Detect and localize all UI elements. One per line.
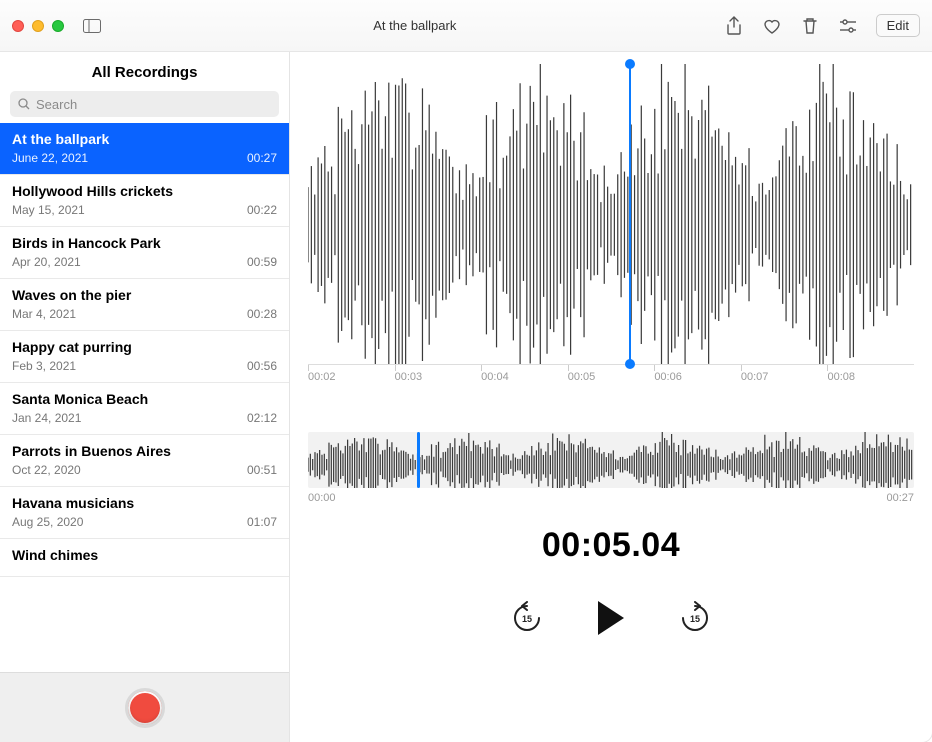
traffic-lights (12, 20, 64, 32)
skip-back-button[interactable]: 15 (510, 601, 544, 635)
recording-date: Feb 3, 2021 (12, 359, 76, 373)
sidebar-toggle-icon[interactable] (78, 15, 106, 37)
svg-text:15: 15 (690, 614, 700, 624)
ruler-tick: 00:06 (654, 371, 741, 392)
close-window[interactable] (12, 20, 24, 32)
minimize-window[interactable] (32, 20, 44, 32)
settings-sliders-icon[interactable] (838, 16, 858, 36)
recording-item[interactable]: Waves on the pier Mar 4, 2021 00:28 (0, 279, 289, 331)
detail-pane: 00:0200:0300:0400:0500:0600:0700:08 00:0… (290, 52, 932, 742)
search-placeholder: Search (36, 97, 77, 112)
zoom-window[interactable] (52, 20, 64, 32)
recording-title: Havana musicians (12, 495, 277, 511)
favorite-icon[interactable] (762, 16, 782, 36)
recording-date: Apr 20, 2021 (12, 255, 81, 269)
recording-date: June 22, 2021 (12, 151, 88, 165)
recordings-list: At the ballpark June 22, 2021 00:27 Hollywo… (0, 123, 289, 672)
overview-cursor[interactable] (417, 432, 420, 488)
recording-title: Hollywood Hills crickets (12, 183, 277, 199)
sidebar: All Recordings Search At the ballpark Jun… (0, 52, 290, 742)
window-title: At the ballpark (106, 18, 724, 33)
recording-date: Oct 22, 2020 (12, 463, 81, 477)
titlebar: At the ballpark Edit (0, 0, 932, 52)
ruler-tick: 00:04 (481, 371, 568, 392)
recording-duration: 00:59 (247, 255, 277, 269)
search-input[interactable]: Search (10, 91, 279, 117)
recording-duration: 00:22 (247, 203, 277, 217)
svg-text:15: 15 (522, 614, 532, 624)
recording-date: Jan 24, 2021 (12, 411, 81, 425)
ruler-tick: 00:05 (568, 371, 655, 392)
recording-date: Mar 4, 2021 (12, 307, 76, 321)
play-button[interactable] (594, 599, 628, 637)
waveform-overview[interactable] (308, 432, 914, 488)
ruler-tick: 00:03 (395, 371, 482, 392)
recording-title: Waves on the pier (12, 287, 277, 303)
recording-title: Birds in Hancock Park (12, 235, 277, 251)
playback-controls: 15 15 (308, 599, 914, 637)
delete-icon[interactable] (800, 16, 820, 36)
recording-duration: 00:51 (247, 463, 277, 477)
recording-date: May 15, 2021 (12, 203, 85, 217)
recording-duration: 01:07 (247, 515, 277, 529)
edit-button[interactable]: Edit (876, 14, 920, 37)
recording-item[interactable]: Wind chimes (0, 539, 289, 577)
recording-item[interactable]: Hollywood Hills crickets May 15, 2021 00:2… (0, 175, 289, 227)
recording-item[interactable]: Santa Monica Beach Jan 24, 2021 02:12 (0, 383, 289, 435)
waveform-zoomed[interactable] (308, 64, 914, 364)
skip-forward-button[interactable]: 15 (678, 601, 712, 635)
recording-item[interactable]: Havana musicians Aug 25, 2020 01:07 (0, 487, 289, 539)
sidebar-header: All Recordings (0, 52, 289, 91)
sidebar-footer (0, 672, 289, 742)
recording-duration: 00:27 (247, 151, 277, 165)
current-time: 00:05.04 (308, 526, 914, 565)
recording-duration: 00:56 (247, 359, 277, 373)
recording-title: Wind chimes (12, 547, 277, 563)
recording-item[interactable]: Parrots in Buenos Aires Oct 22, 2020 00:51 (0, 435, 289, 487)
ruler-tick: 00:07 (741, 371, 828, 392)
time-ruler: 00:0200:0300:0400:0500:0600:0700:08 (308, 364, 914, 392)
recording-title: Santa Monica Beach (12, 391, 277, 407)
ruler-tick: 00:02 (308, 371, 395, 392)
recording-item[interactable]: Happy cat purring Feb 3, 2021 00:56 (0, 331, 289, 383)
recording-title: Parrots in Buenos Aires (12, 443, 277, 459)
recording-duration: 02:12 (247, 411, 277, 425)
overview-start-time: 00:00 (308, 492, 336, 504)
recording-item[interactable]: At the ballpark June 22, 2021 00:27 (0, 123, 289, 175)
share-icon[interactable] (724, 16, 744, 36)
playhead[interactable] (629, 64, 631, 364)
recording-title: Happy cat purring (12, 339, 277, 355)
recording-date: Aug 25, 2020 (12, 515, 83, 529)
overview-end-time: 00:27 (886, 492, 914, 504)
ruler-tick: 00:08 (827, 371, 914, 392)
search-icon (18, 98, 30, 110)
record-button[interactable] (125, 688, 165, 728)
recording-title: At the ballpark (12, 131, 277, 147)
recording-duration: 00:28 (247, 307, 277, 321)
recording-item[interactable]: Birds in Hancock Park Apr 20, 2021 00:59 (0, 227, 289, 279)
